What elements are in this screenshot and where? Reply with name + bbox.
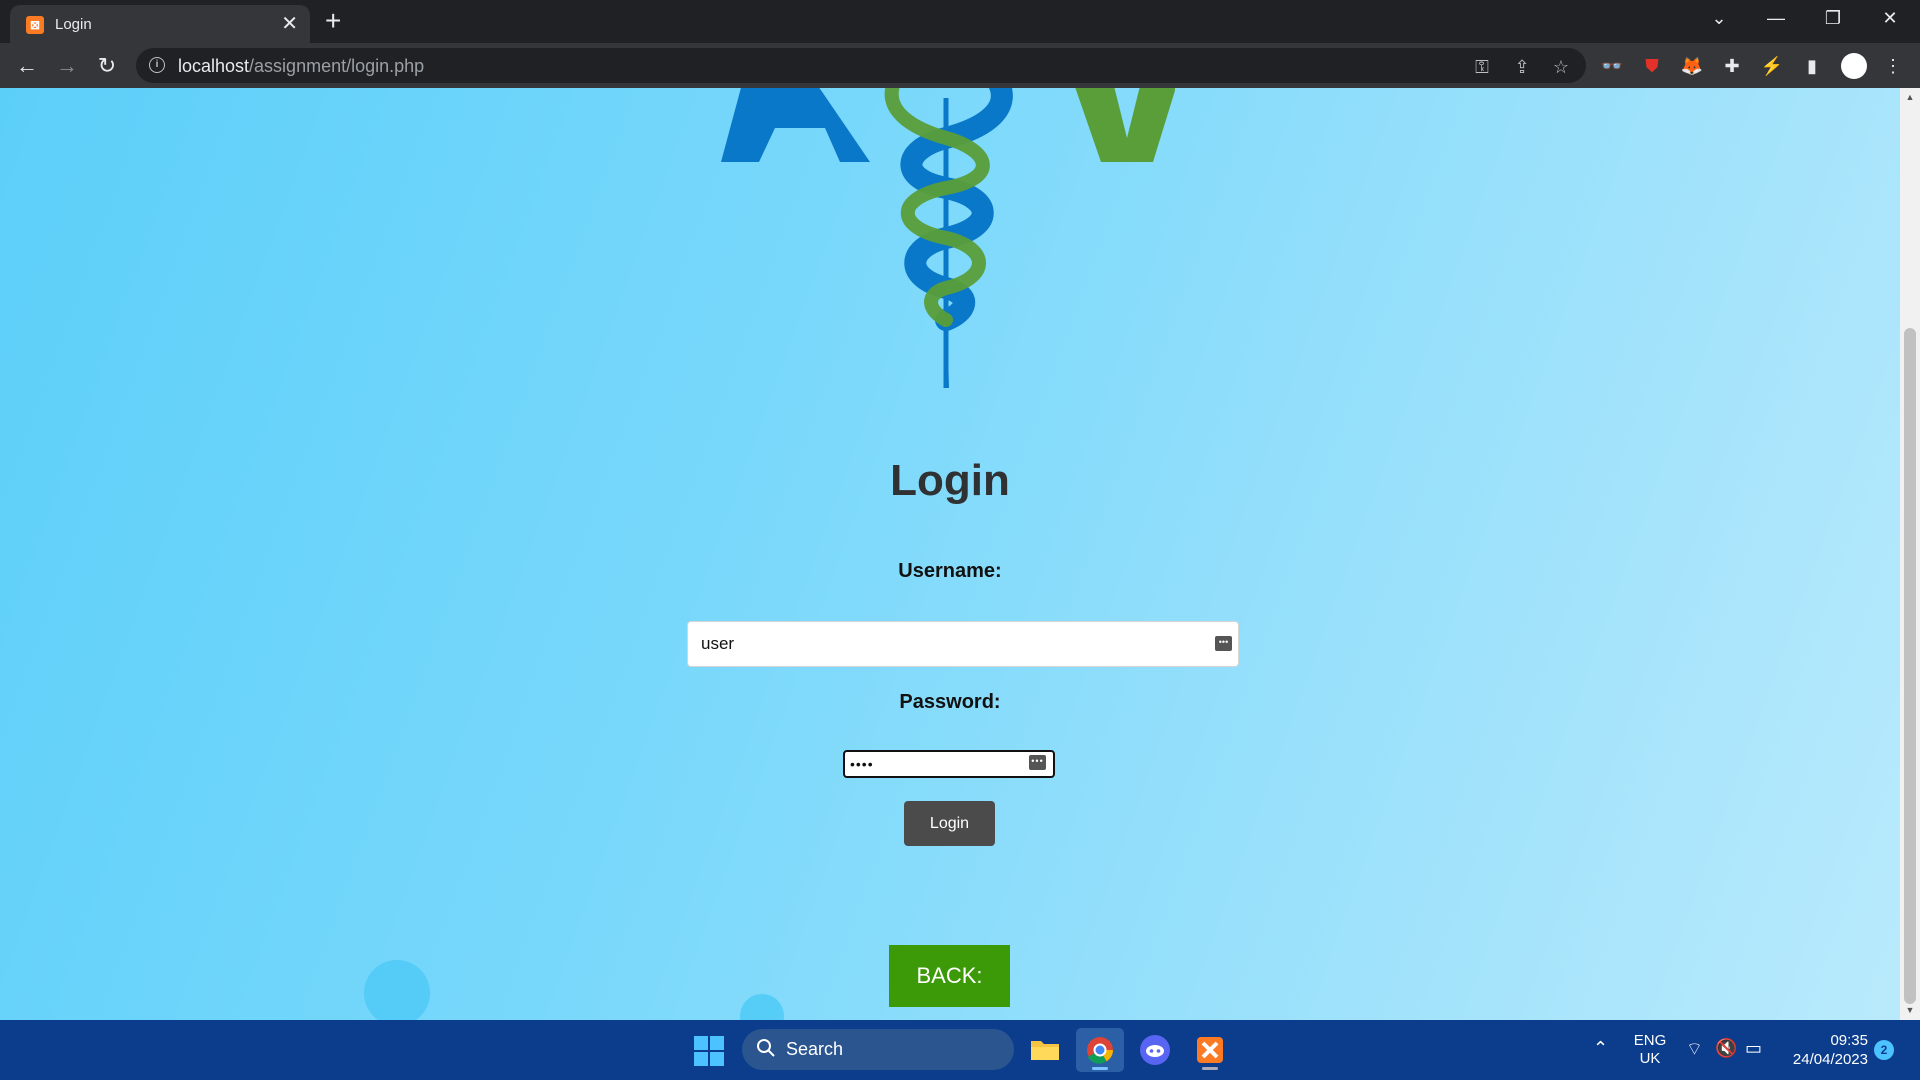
password-manager-key-icon[interactable]: ••• [1029,755,1046,770]
xampp-favicon-icon: ⊠ [26,16,44,34]
clock-time: 09:35 [1830,1032,1868,1049]
clock-date: 24/04/2023 [1792,1051,1868,1068]
active-indicator [1092,1067,1108,1070]
menu-kebab-icon[interactable]: ⋮ [1881,54,1905,78]
bookmark-star-icon[interactable]: ☆ [1549,55,1573,79]
file-explorer-icon[interactable] [1021,1028,1069,1072]
metamask-icon[interactable]: 🦊 [1680,54,1704,78]
close-window-icon[interactable]: ✕ [1870,4,1910,32]
language-primary: ENG [1633,1032,1667,1049]
extensions-puzzle-icon[interactable]: ✚ [1720,54,1744,78]
decorative-bubble [740,994,784,1020]
username-value: user [701,634,735,653]
browser-tab[interactable]: ⊠ Login ✕ [10,5,310,43]
show-hidden-icons-chevron-icon[interactable]: ⌃ [1593,1038,1608,1059]
volume-muted-icon[interactable]: 🔇 [1715,1038,1737,1059]
performance-icon[interactable]: ⚡ [1760,54,1784,78]
username-label: Username: [898,560,1002,582]
extension-glasses-icon[interactable]: 👓 [1600,54,1624,78]
new-tab-button[interactable]: + [325,7,341,35]
password-label: Password: [899,691,1001,713]
scroll-thumb[interactable] [1904,328,1916,1004]
forward-arrow-icon[interactable]: → [52,51,82,81]
battery-icon[interactable]: ▭ [1745,1038,1762,1059]
back-button[interactable]: BACK: [889,945,1010,1007]
running-indicator [1202,1067,1218,1070]
clock[interactable]: 09:35 24/04/2023 [1778,1031,1868,1069]
key-icon[interactable]: ⚿ [1470,55,1494,79]
page-scrollbar[interactable]: ▲ ▼ [1900,88,1920,1020]
windows-taskbar: Search ⌃ ENG UK ⌔ 🔇 ▭ 09:35 24/04/2023 2 [0,1020,1920,1080]
username-input[interactable]: user ••• [687,621,1239,667]
minimize-icon[interactable]: — [1756,4,1796,32]
decorative-bubble [364,960,430,1020]
restore-icon[interactable]: ❐ [1813,4,1853,32]
password-input[interactable]: •••• ••• [843,750,1055,778]
chrome-icon[interactable] [1076,1028,1124,1072]
browser-toolbar: ← → ↻ i localhost/assignment/login.php ⚿… [0,43,1920,88]
tab-title: Login [55,16,92,33]
notification-badge[interactable]: 2 [1874,1040,1894,1060]
password-manager-key-icon[interactable]: ••• [1215,636,1232,651]
discord-icon[interactable] [1131,1028,1179,1072]
language-secondary: UK [1639,1050,1661,1067]
search-icon [757,1039,775,1057]
share-icon[interactable]: ⇪ [1510,55,1534,79]
url-text[interactable]: localhost/assignment/login.php [178,56,424,77]
scroll-up-icon[interactable]: ▲ [1905,92,1915,102]
address-bar[interactable]: i localhost/assignment/login.php ⚿ ⇪ ☆ [136,48,1586,83]
taskbar-search[interactable]: Search [742,1029,1014,1070]
tab-search-icon[interactable]: ⌄ [1699,4,1739,32]
ublock-icon[interactable]: ⛊ [1640,54,1664,78]
logo [721,88,1175,388]
side-panel-icon[interactable]: ▮ [1800,54,1824,78]
back-arrow-icon[interactable]: ← [12,51,42,81]
reload-icon[interactable]: ↻ [92,51,122,81]
wifi-icon[interactable]: ⌔ [1686,1038,1703,1061]
password-value: •••• [850,756,874,772]
profile-avatar[interactable] [1841,53,1867,79]
page-title: Login [890,456,1010,505]
page-viewport: Login Username: user ••• Password: •••• … [0,88,1900,1020]
xampp-icon[interactable] [1186,1028,1234,1072]
search-label: Search [786,1039,844,1059]
language-indicator[interactable]: ENG UK [1630,1032,1670,1068]
tab-close-icon[interactable]: ✕ [281,12,298,36]
windows-start-icon[interactable] [694,1036,724,1066]
site-info-icon[interactable]: i [149,57,165,73]
scroll-down-icon[interactable]: ▼ [1905,1005,1915,1015]
tab-strip: ⊠ Login ✕ + ⌄ — ❐ ✕ [0,0,1920,43]
login-button[interactable]: Login [904,801,995,846]
